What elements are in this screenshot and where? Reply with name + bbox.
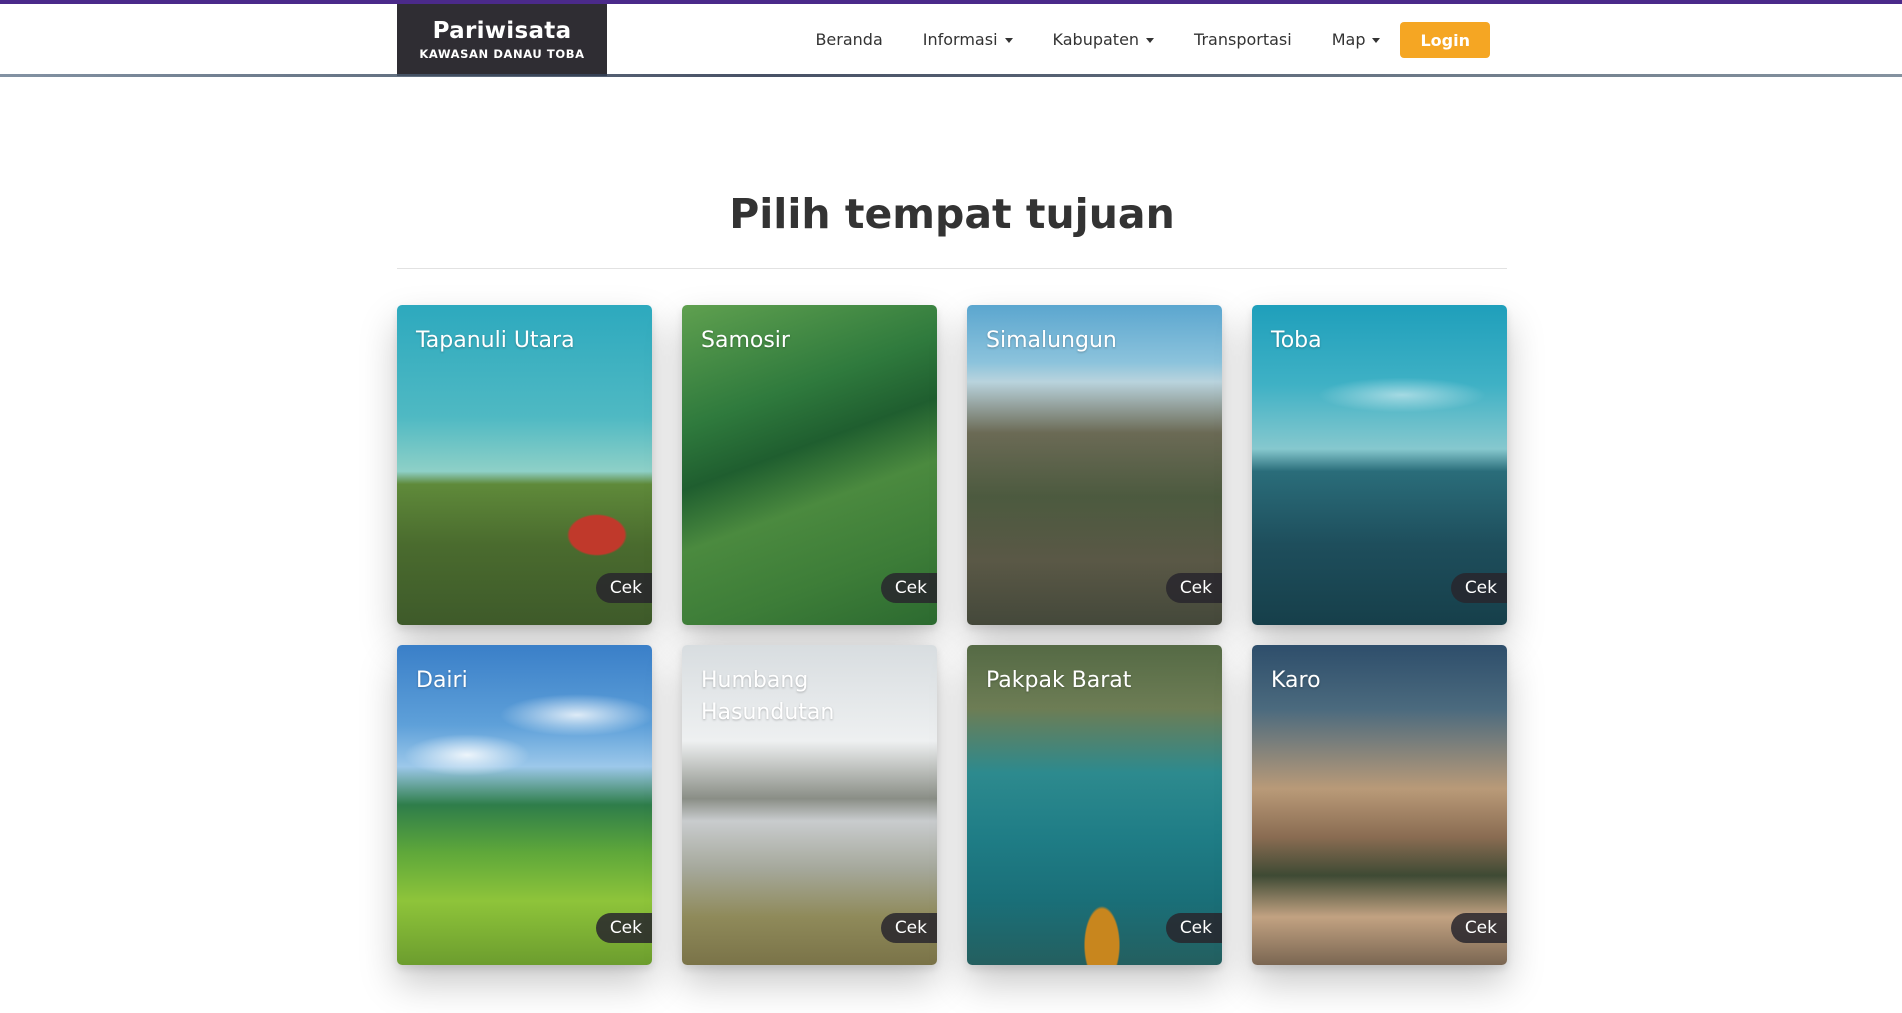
brand-title: Pariwisata [432, 18, 572, 45]
card-title: Humbang Hasundutan [701, 668, 835, 725]
destination-card-dairi[interactable]: Dairi Cek [397, 645, 652, 965]
nav-item-informasi[interactable]: Informasi [903, 20, 1033, 60]
destination-card-simalungun[interactable]: Simalungun Cek [967, 305, 1222, 625]
login-button[interactable]: Login [1400, 22, 1490, 58]
card-title: Simalungun [986, 328, 1117, 353]
caret-down-icon [1372, 37, 1381, 43]
cek-button[interactable]: Cek [1165, 913, 1222, 943]
card-title: Tapanuli Utara [416, 328, 575, 353]
destination-card-samosir[interactable]: Samosir Cek [682, 305, 937, 625]
caret-down-icon [1146, 37, 1155, 43]
destination-card-tapanuli-utara[interactable]: Tapanuli Utara Cek [397, 305, 652, 625]
page-title: Pilih tempat tujuan [729, 190, 1175, 238]
nav-item-label: Beranda [815, 30, 883, 49]
card-title: Samosir [701, 328, 790, 353]
nav-item-map[interactable]: Map [1312, 20, 1401, 60]
nav-item-kabupaten[interactable]: Kabupaten [1033, 20, 1175, 60]
destination-card-humbang-hasundutan[interactable]: Humbang Hasundutan Cek [682, 645, 937, 965]
nav-item-label: Informasi [922, 30, 998, 49]
nav-item-label: Kabupaten [1052, 30, 1140, 49]
card-title: Toba [1271, 328, 1322, 353]
cek-button[interactable]: Cek [1450, 913, 1507, 943]
nav-item-label: Transportasi [1194, 30, 1292, 49]
card-title: Pakpak Barat [986, 668, 1132, 693]
cek-button[interactable]: Cek [595, 573, 652, 603]
cek-button[interactable]: Cek [595, 913, 652, 943]
destination-card-toba[interactable]: Toba Cek [1252, 305, 1507, 625]
cek-button[interactable]: Cek [1165, 573, 1222, 603]
navbar: Pariwisata KAWASAN DANAU TOBA Beranda In… [0, 4, 1902, 76]
cek-button[interactable]: Cek [880, 573, 937, 603]
brand-logo[interactable]: Pariwisata KAWASAN DANAU TOBA [397, 4, 607, 76]
destination-grid: Tapanuli Utara Cek Samosir Cek Simalungu… [397, 305, 1507, 965]
caret-down-icon [1004, 37, 1013, 43]
cek-button[interactable]: Cek [880, 913, 937, 943]
main-menu: Beranda Informasi Kabupaten Transportasi… [795, 20, 1490, 60]
nav-item-transportasi[interactable]: Transportasi [1174, 20, 1312, 60]
cek-button[interactable]: Cek [1450, 573, 1507, 603]
card-title: Dairi [416, 668, 468, 693]
destination-card-pakpak-barat[interactable]: Pakpak Barat Cek [967, 645, 1222, 965]
brand-subtitle: KAWASAN DANAU TOBA [419, 46, 585, 61]
nav-item-beranda[interactable]: Beranda [795, 20, 902, 60]
nav-item-label: Map [1331, 30, 1366, 49]
navbar-underline [0, 74, 1902, 77]
card-title: Karo [1271, 668, 1321, 693]
title-divider [397, 268, 1507, 269]
destination-card-karo[interactable]: Karo Cek [1252, 645, 1507, 965]
